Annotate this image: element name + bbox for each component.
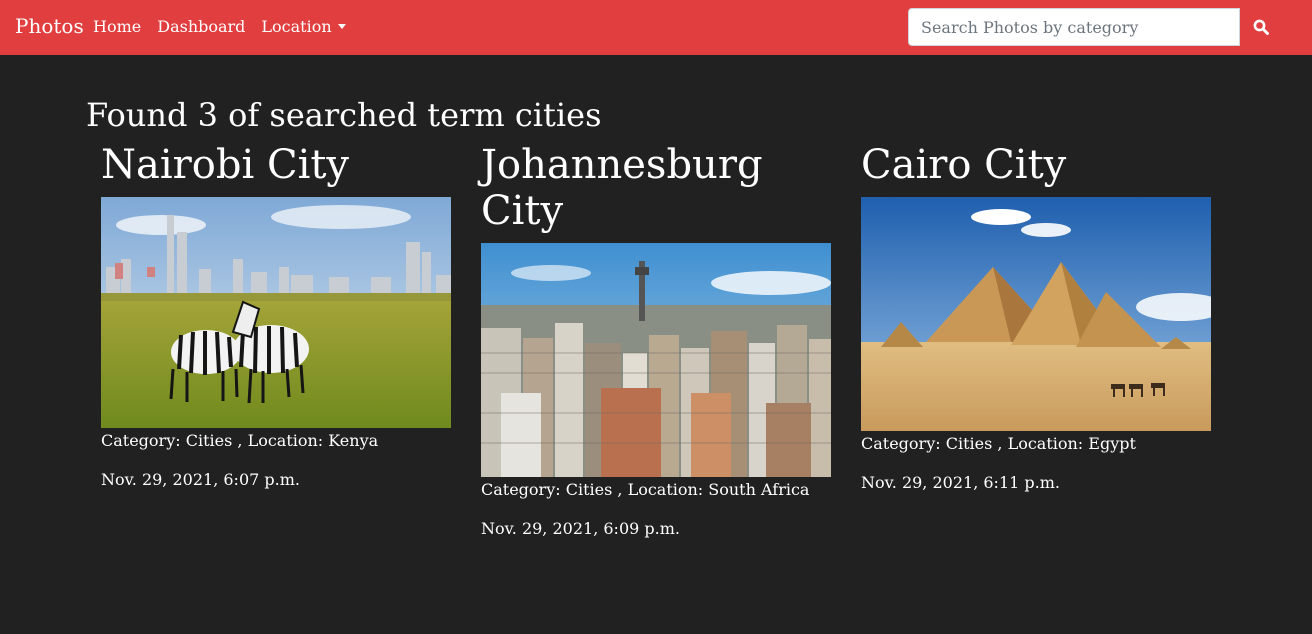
nav-link-dashboard[interactable]: Dashboard: [157, 17, 245, 36]
search-button[interactable]: [1240, 8, 1282, 46]
chevron-down-icon: [337, 24, 346, 29]
nav-link-location-label: Location: [261, 17, 332, 36]
nav-dropdown-location[interactable]: Location: [261, 17, 346, 36]
search-icon: [1253, 19, 1269, 35]
search-input[interactable]: [908, 8, 1240, 46]
photo-meta: Category: Cities , Location: South Afric…: [481, 480, 810, 499]
navbar: Photos Home Dashboard Location: [0, 0, 1312, 55]
photo-card: Cairo City Category: Cities , Location: …: [861, 142, 1211, 492]
navbar-brand[interactable]: Photos: [15, 14, 84, 38]
photo-title: Johannesburg City: [481, 142, 763, 234]
photo-card: Nairobi City Category: Cities , Location…: [101, 142, 451, 489]
photo-image[interactable]: [861, 197, 1211, 431]
photo-date: Nov. 29, 2021, 6:11 p.m.: [861, 473, 1060, 492]
photo-image[interactable]: [101, 197, 451, 428]
photo-card: Johannesburg City Category: Cities , Loc…: [481, 142, 831, 538]
photo-meta: Category: Cities , Location: Kenya: [101, 431, 379, 450]
nav-links: Home Dashboard Location: [93, 17, 362, 36]
photo-title: Nairobi City: [101, 142, 350, 188]
results-heading: Found 3 of searched term cities: [86, 96, 602, 134]
photo-meta: Category: Cities , Location: Egypt: [861, 434, 1136, 453]
photo-date: Nov. 29, 2021, 6:09 p.m.: [481, 519, 680, 538]
photo-image[interactable]: [481, 243, 831, 477]
nav-link-home[interactable]: Home: [93, 17, 141, 36]
photo-date: Nov. 29, 2021, 6:07 p.m.: [101, 470, 300, 489]
photo-title: Cairo City: [861, 142, 1067, 188]
